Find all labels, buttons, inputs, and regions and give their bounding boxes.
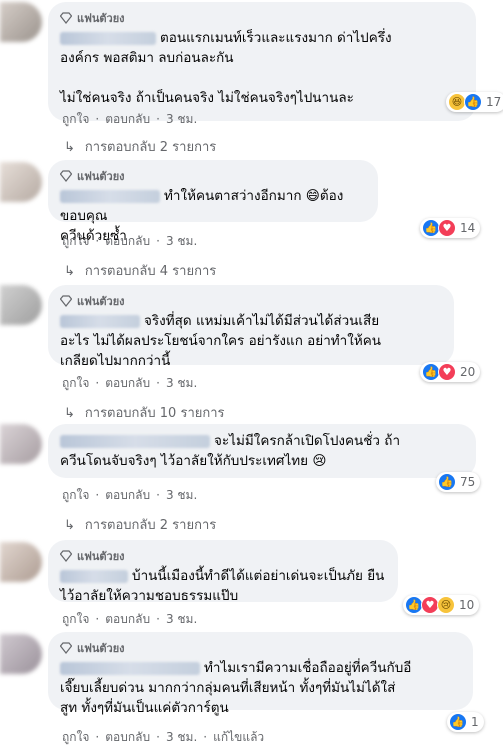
- reaction-summary[interactable]: 👍 ♥ 😢 10: [403, 595, 480, 615]
- blurred-author-name[interactable]: [60, 661, 200, 675]
- reply-button[interactable]: ตอบกลับ: [105, 112, 150, 126]
- comment-bubble: แฟนตัวยง ทำไมเรามีความเชื่อถืออยู่ที่ควี…: [48, 632, 473, 716]
- blurred-author-name[interactable]: [60, 434, 210, 448]
- comment-bubble: แฟนตัวยง บ้านนี้เมืองนี้ทำดีได้แต่อย่าเด…: [48, 540, 398, 604]
- reply-button[interactable]: ตอบกลับ: [105, 234, 150, 248]
- view-replies-link[interactable]: ↳ การตอบกลับ 2 รายการ: [64, 514, 216, 535]
- reaction-summary[interactable]: 👍 ♥ 14: [420, 218, 481, 238]
- reaction-count: 1: [471, 715, 479, 729]
- comment-time[interactable]: 3 ชม.: [166, 234, 197, 248]
- view-replies-link[interactable]: ↳ การตอบกลับ 10 รายการ: [64, 402, 225, 423]
- blurred-author-name[interactable]: [60, 31, 156, 45]
- reply-button[interactable]: ตอบกลับ: [105, 730, 150, 744]
- like-icon: 👍: [438, 473, 456, 491]
- reply-arrow-icon: ↳: [64, 140, 75, 155]
- diamond-icon: [60, 642, 72, 654]
- diamond-icon: [60, 170, 72, 182]
- like-icon: 👍: [449, 713, 467, 731]
- comment-actions: ถูกใจ · ตอบกลับ · 3 ชม.: [62, 112, 198, 126]
- blurred-author-name[interactable]: [60, 189, 160, 203]
- blurred-author-name[interactable]: [60, 314, 140, 328]
- comment-bubble: จะไม่มีใครกล้าเปิดโปงคนชั่ว ถ้า ควีนโดนจ…: [48, 424, 476, 478]
- reaction-count: 20: [460, 365, 476, 379]
- reaction-summary[interactable]: 👍 1: [447, 712, 484, 732]
- fan-badge: แฟนตัวยง: [60, 548, 386, 564]
- fan-badge: แฟนตัวยง: [60, 293, 442, 309]
- diamond-icon: [60, 295, 72, 307]
- fan-badge: แฟนตัวยง: [60, 10, 464, 26]
- comment-actions: ถูกใจ · ตอบกลับ · 3 ชม.: [62, 376, 198, 390]
- reply-button[interactable]: ตอบกลับ: [105, 376, 150, 390]
- comment-time[interactable]: 3 ชม.: [166, 376, 197, 390]
- love-icon: ♥: [438, 219, 456, 237]
- avatar[interactable]: [0, 162, 42, 202]
- like-button[interactable]: ถูกใจ: [62, 376, 89, 390]
- comment-actions: ถูกใจ · ตอบกลับ · 3 ชม.: [62, 488, 198, 502]
- reply-arrow-icon: ↳: [64, 264, 75, 279]
- edited-label: แก้ไขแล้ว: [213, 730, 265, 744]
- avatar[interactable]: [0, 424, 42, 464]
- like-icon: 👍: [464, 93, 482, 111]
- comment-time[interactable]: 3 ชม.: [166, 730, 197, 744]
- comment-time[interactable]: 3 ชม.: [166, 612, 197, 626]
- blurred-author-name[interactable]: [60, 569, 128, 583]
- view-replies-link[interactable]: ↳ การตอบกลับ 2 รายการ: [64, 136, 216, 157]
- view-replies-link[interactable]: ↳ การตอบกลับ 4 รายการ: [64, 260, 216, 281]
- avatar[interactable]: [0, 634, 42, 674]
- like-button[interactable]: ถูกใจ: [62, 612, 89, 626]
- comment-bubble: แฟนตัวยง ตอนแรกเมนท์เร็วและแรงมาก ด่าไปค…: [48, 2, 476, 121]
- avatar[interactable]: [0, 285, 42, 325]
- reaction-count: 10: [459, 598, 475, 612]
- reply-arrow-icon: ↳: [64, 406, 75, 421]
- reply-arrow-icon: ↳: [64, 518, 75, 533]
- avatar[interactable]: [0, 2, 42, 42]
- fan-badge: แฟนตัวยง: [60, 640, 461, 656]
- diamond-icon: [60, 12, 72, 24]
- reaction-summary[interactable]: 👍 75: [436, 472, 481, 492]
- reaction-summary[interactable]: 👍 ♥ 20: [420, 362, 481, 382]
- comment-bubble: แฟนตัวยง ทำให้คนตาสว่างอีกมาก 😄ต้องขอบคุ…: [48, 160, 378, 244]
- comment-actions: ถูกใจ · ตอบกลับ · 3 ชม. · แก้ไขแล้ว: [62, 730, 265, 744]
- like-button[interactable]: ถูกใจ: [62, 488, 89, 502]
- like-button[interactable]: ถูกใจ: [62, 112, 89, 126]
- reaction-summary[interactable]: 😆 👍 17: [446, 92, 503, 112]
- reaction-count: 75: [460, 475, 476, 489]
- reply-button[interactable]: ตอบกลับ: [105, 612, 150, 626]
- diamond-icon: [60, 550, 72, 562]
- fan-badge: แฟนตัวยง: [60, 168, 366, 184]
- reaction-count: 14: [460, 221, 476, 235]
- comment-bubble: แฟนตัวยง จริงที่สุด แหม่มเค้าไม่ได้มีส่ว…: [48, 285, 454, 369]
- like-button[interactable]: ถูกใจ: [62, 730, 89, 744]
- reaction-count: 17: [486, 95, 502, 109]
- comment-actions: ถูกใจ · ตอบกลับ · 3 ชม.: [62, 234, 198, 248]
- sad-icon: 😢: [437, 596, 455, 614]
- comment-time[interactable]: 3 ชม.: [166, 488, 197, 502]
- comment-actions: ถูกใจ · ตอบกลับ · 3 ชม.: [62, 612, 198, 626]
- avatar[interactable]: [0, 542, 42, 582]
- reply-button[interactable]: ตอบกลับ: [105, 488, 150, 502]
- love-icon: ♥: [438, 363, 456, 381]
- like-button[interactable]: ถูกใจ: [62, 234, 89, 248]
- comment-time[interactable]: 3 ชม.: [166, 112, 197, 126]
